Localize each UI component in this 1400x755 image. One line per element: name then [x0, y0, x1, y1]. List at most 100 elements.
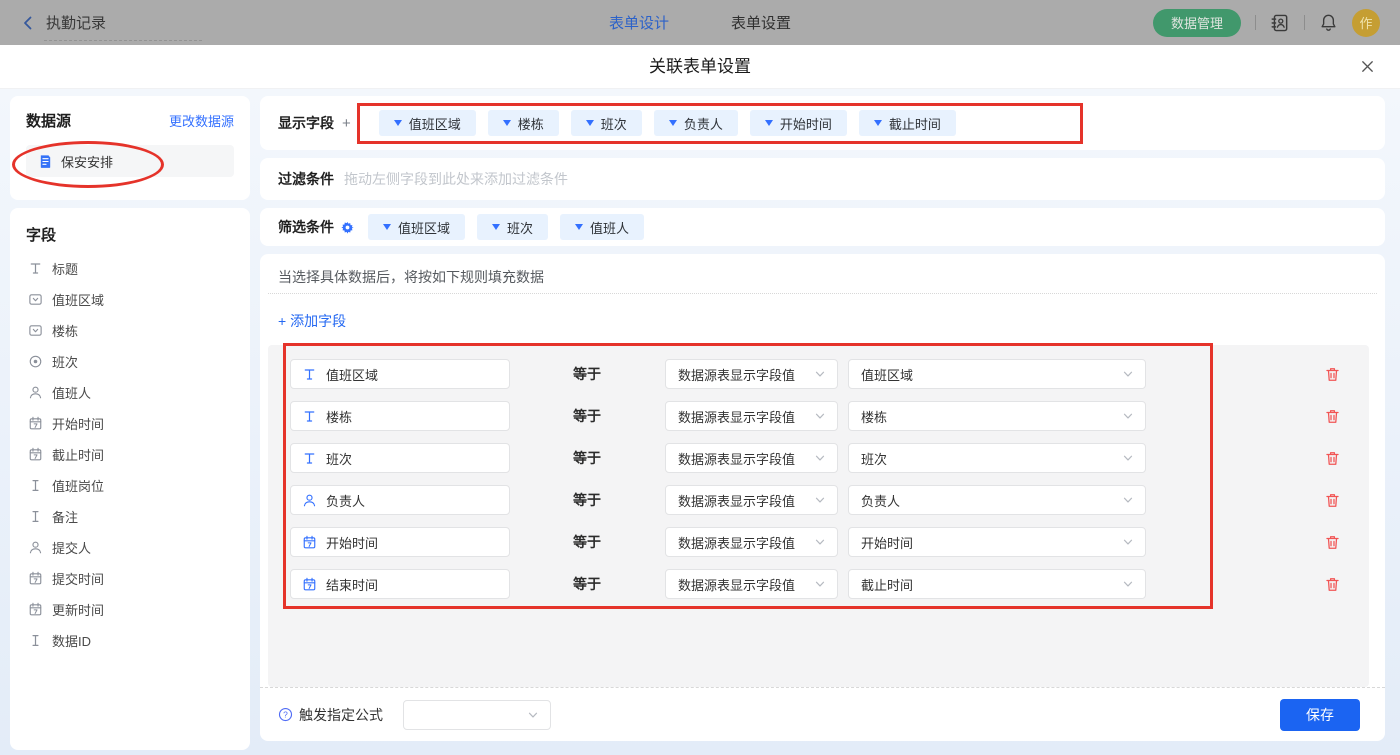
title-icon — [302, 451, 317, 466]
display-field-tag[interactable]: 楼栋 — [488, 110, 559, 136]
top-navbar: 执勤记录 表单设计 表单设置 数据管理 作 — [0, 0, 1400, 45]
chevron-down-icon — [1121, 367, 1135, 381]
screening-condition-label: 筛选条件 — [278, 217, 334, 237]
question-icon[interactable] — [278, 707, 293, 722]
screening-field-tag[interactable]: 值班区域 — [368, 214, 465, 240]
display-field-tag[interactable]: 开始时间 — [750, 110, 847, 136]
delete-rule-icon[interactable] — [1324, 450, 1341, 467]
dotted-divider — [268, 293, 1377, 294]
delete-rule-icon[interactable] — [1324, 366, 1341, 383]
delete-rule-icon[interactable] — [1324, 534, 1341, 551]
delete-rule-icon[interactable] — [1324, 492, 1341, 509]
field-item[interactable]: 标题 — [26, 253, 234, 284]
date-icon — [28, 416, 43, 431]
field-item[interactable]: 值班区域 — [26, 284, 234, 315]
target-field-box[interactable]: 负责人 — [290, 485, 510, 515]
field-item[interactable]: 截止时间 — [26, 439, 234, 470]
field-item[interactable]: 备注 — [26, 501, 234, 532]
display-field-tag[interactable]: 截止时间 — [859, 110, 956, 136]
form-doc-icon — [38, 154, 53, 169]
filter-drop-placeholder[interactable]: 拖动左侧字段到此处来添加过滤条件 — [344, 169, 568, 189]
text-icon — [28, 509, 43, 524]
field-item[interactable]: 提交时间 — [26, 563, 234, 594]
dropdown-triangle-icon — [394, 120, 402, 126]
contacts-icon[interactable] — [1270, 13, 1290, 33]
operator-label: 等于 — [573, 527, 601, 557]
display-field-tag[interactable]: 负责人 — [654, 110, 738, 136]
target-field-box[interactable]: 结束时间 — [290, 569, 510, 599]
add-display-field-button[interactable]: + — [342, 115, 351, 132]
target-field-box[interactable]: 楼栋 — [290, 401, 510, 431]
date-icon — [302, 577, 317, 592]
source-field-select[interactable]: 值班区域 — [848, 359, 1146, 389]
rule-row: 开始时间 等于 数据源表显示字段值 开始时间 — [268, 527, 1369, 557]
fill-rules-hint: 当选择具体数据后，将按如下规则填充数据 — [278, 267, 544, 287]
display-field-tag[interactable]: 班次 — [571, 110, 642, 136]
title-icon — [28, 261, 43, 276]
data-manage-button[interactable]: 数据管理 — [1153, 9, 1241, 37]
datasource-item[interactable]: 保安安排 — [26, 145, 234, 177]
source-field-select[interactable]: 楼栋 — [848, 401, 1146, 431]
field-item[interactable]: 更新时间 — [26, 594, 234, 625]
source-type-select[interactable]: 数据源表显示字段值 — [665, 485, 838, 515]
source-field-select[interactable]: 截止时间 — [848, 569, 1146, 599]
gear-icon[interactable] — [341, 221, 354, 234]
rules-rows-area: 值班区域 等于 数据源表显示字段值 值班区域 楼栋 等于 数据源表显示字段值 楼… — [268, 345, 1369, 687]
change-datasource-link[interactable]: 更改数据源 — [169, 111, 234, 130]
close-icon[interactable] — [1359, 58, 1376, 75]
datasource-item-label: 保安安排 — [61, 152, 113, 171]
source-field-select[interactable]: 负责人 — [848, 485, 1146, 515]
chevron-down-icon — [813, 577, 827, 591]
source-type-select[interactable]: 数据源表显示字段值 — [665, 569, 838, 599]
chevron-down-icon — [1121, 451, 1135, 465]
source-type-select[interactable]: 数据源表显示字段值 — [665, 443, 838, 473]
fields-title: 字段 — [26, 224, 234, 245]
field-item[interactable]: 值班岗位 — [26, 470, 234, 501]
title-icon — [302, 409, 317, 424]
text-icon — [28, 633, 43, 648]
chevron-down-icon — [1121, 535, 1135, 549]
target-field-box[interactable]: 班次 — [290, 443, 510, 473]
chevron-down-icon — [813, 493, 827, 507]
tab-form-settings[interactable]: 表单设置 — [731, 12, 791, 33]
modal-body: 数据源 更改数据源 保安安排 字段 标题 值班区域 楼栋 班次 值班人 开始时间… — [0, 89, 1400, 755]
delete-rule-icon[interactable] — [1324, 576, 1341, 593]
display-fields-label: 显示字段 — [278, 113, 334, 133]
form-name-label[interactable]: 执勤记录 — [46, 12, 106, 33]
source-type-select[interactable]: 数据源表显示字段值 — [665, 401, 838, 431]
trigger-formula-label: 触发指定公式 — [299, 705, 383, 725]
source-type-select[interactable]: 数据源表显示字段值 — [665, 359, 838, 389]
tab-form-design[interactable]: 表单设计 — [609, 12, 669, 33]
source-type-select[interactable]: 数据源表显示字段值 — [665, 527, 838, 557]
screening-field-tag[interactable]: 班次 — [477, 214, 548, 240]
field-item[interactable]: 开始时间 — [26, 408, 234, 439]
dropdown-triangle-icon — [575, 224, 583, 230]
field-item[interactable]: 值班人 — [26, 377, 234, 408]
field-item[interactable]: 楼栋 — [26, 315, 234, 346]
user-icon — [28, 540, 43, 555]
screening-field-tag[interactable]: 值班人 — [560, 214, 644, 240]
formula-select[interactable] — [403, 700, 551, 730]
notification-bell-icon[interactable] — [1319, 13, 1338, 32]
user-avatar[interactable]: 作 — [1352, 9, 1380, 37]
display-field-tag[interactable]: 值班区域 — [379, 110, 476, 136]
add-field-link[interactable]: + 添加字段 — [278, 311, 346, 331]
dropdown-triangle-icon — [492, 224, 500, 230]
back-chevron-icon[interactable] — [20, 15, 36, 31]
field-item[interactable]: 提交人 — [26, 532, 234, 563]
source-field-select[interactable]: 开始时间 — [848, 527, 1146, 557]
source-field-select[interactable]: 班次 — [848, 443, 1146, 473]
target-field-box[interactable]: 值班区域 — [290, 359, 510, 389]
target-field-box[interactable]: 开始时间 — [290, 527, 510, 557]
date-icon — [28, 602, 43, 617]
field-item[interactable]: 班次 — [26, 346, 234, 377]
screening-tags: 值班区域 班次 值班人 — [368, 214, 644, 240]
save-button[interactable]: 保存 — [1280, 699, 1360, 731]
chevron-down-icon — [526, 708, 540, 722]
field-item[interactable]: 数据ID — [26, 625, 234, 656]
user-icon — [302, 493, 317, 508]
back-nav[interactable]: 执勤记录 — [20, 12, 106, 33]
delete-rule-icon[interactable] — [1324, 408, 1341, 425]
select-icon — [28, 323, 43, 338]
chevron-down-icon — [813, 409, 827, 423]
